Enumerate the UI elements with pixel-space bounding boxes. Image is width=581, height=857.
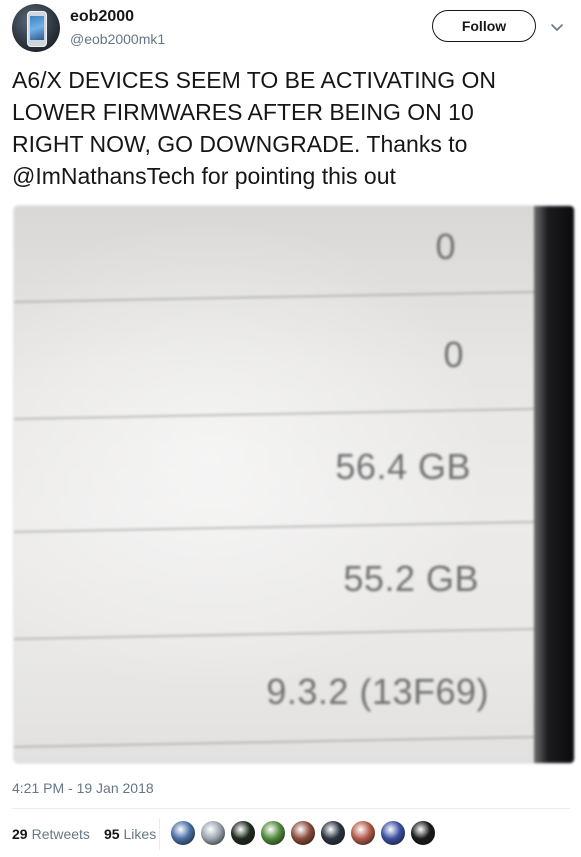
chevron-down-icon[interactable] [550, 20, 564, 34]
liker-avatar[interactable] [200, 820, 226, 846]
retweets-stat[interactable]: 29 Retweets [12, 826, 90, 842]
photo-value: 56.4 GB [335, 446, 471, 487]
divider [12, 808, 570, 809]
photo-value: 0 [443, 334, 464, 375]
liker-avatar[interactable] [290, 820, 316, 846]
liker-avatar[interactable] [170, 820, 196, 846]
liker-avatar[interactable] [350, 820, 376, 846]
tweet-photo[interactable]: 0 0 56.4 GB 55.2 GB 9.3.2 (13F69) [13, 205, 575, 764]
tweet-stats: 29 Retweets 95 Likes [12, 825, 156, 843]
user-handle[interactable]: @eob2000mk1 [70, 31, 165, 47]
likes-count: 95 [103, 826, 120, 842]
photo-value: 0 [435, 226, 456, 267]
liker-avatar[interactable] [230, 820, 256, 846]
retweets-label: Retweets [31, 826, 90, 842]
photo-value: 55.2 GB [343, 558, 479, 599]
stats-separator [159, 818, 160, 850]
liker-avatar[interactable] [320, 820, 346, 846]
liker-avatars [170, 820, 436, 846]
retweets-count: 29 [12, 826, 28, 842]
liker-avatar[interactable] [410, 820, 436, 846]
liker-avatar[interactable] [260, 820, 286, 846]
photo-value: 9.3.2 (13F69) [266, 671, 489, 712]
likes-stat[interactable]: 95 Likes [104, 826, 156, 842]
avatar[interactable] [12, 4, 60, 52]
likes-label: Likes [123, 826, 157, 842]
tweet-text: A6/X DEVICES SEEM TO BE ACTIVATING ON LO… [12, 67, 496, 189]
follow-button[interactable]: Follow [432, 10, 536, 42]
liker-avatar[interactable] [380, 820, 406, 846]
device-bezel [534, 206, 574, 763]
phone-icon [27, 11, 47, 47]
tweet: eob2000 @eob2000mk1 Follow A6/X DEVICES … [0, 0, 581, 857]
tweet-timestamp[interactable]: 4:21 PM - 19 Jan 2018 [12, 780, 154, 796]
display-name[interactable]: eob2000 [70, 8, 134, 26]
